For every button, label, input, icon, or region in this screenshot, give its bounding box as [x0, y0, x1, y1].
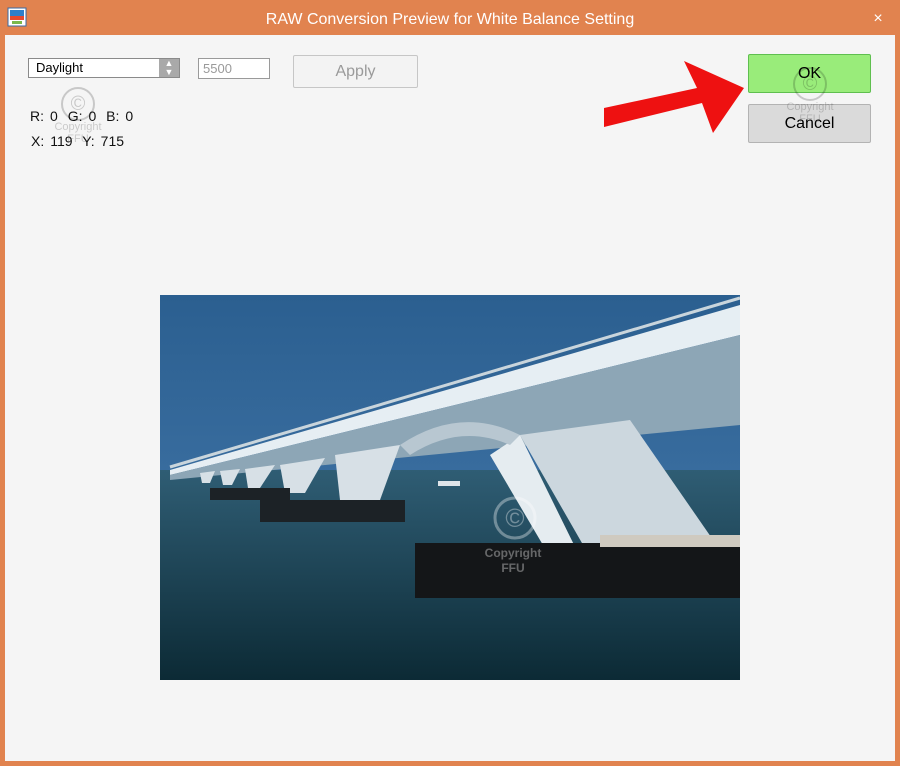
preview-image: © Copyright FFU — [160, 295, 740, 680]
close-icon[interactable]: × — [867, 8, 889, 30]
dialog-window: RAW Conversion Preview for White Balance… — [5, 5, 895, 761]
watermark-text: Copyright — [54, 121, 102, 133]
temperature-input[interactable] — [198, 58, 270, 79]
title-bar[interactable]: RAW Conversion Preview for White Balance… — [5, 5, 895, 35]
r-label: R: — [30, 108, 44, 124]
watermark-text: Copyright — [786, 101, 834, 113]
window-title: RAW Conversion Preview for White Balance… — [265, 11, 635, 28]
copyright-icon: © — [61, 87, 95, 121]
watermark-small: © Copyright FFU — [53, 87, 103, 157]
apply-button[interactable]: Apply — [293, 55, 418, 88]
b-value: 0 — [125, 108, 134, 124]
watermark-small: © Copyright FFU — [785, 67, 835, 137]
copyright-icon: © — [793, 67, 827, 101]
watermark-text: FFU — [67, 133, 89, 145]
watermark-text: FFU — [501, 561, 524, 575]
white-balance-select[interactable]: Daylight ▲ ▼ — [28, 58, 180, 78]
white-balance-value: Daylight — [36, 60, 83, 75]
watermark-text: FFU — [799, 113, 821, 125]
chevron-updown-icon[interactable]: ▲ ▼ — [159, 59, 179, 77]
b-label: B: — [106, 108, 120, 124]
watermark-symbol: © — [505, 503, 524, 533]
red-arrow-icon — [604, 61, 744, 133]
watermark-text: Copyright — [485, 546, 542, 560]
x-label: X: — [31, 133, 45, 149]
y-value: 715 — [100, 133, 125, 149]
